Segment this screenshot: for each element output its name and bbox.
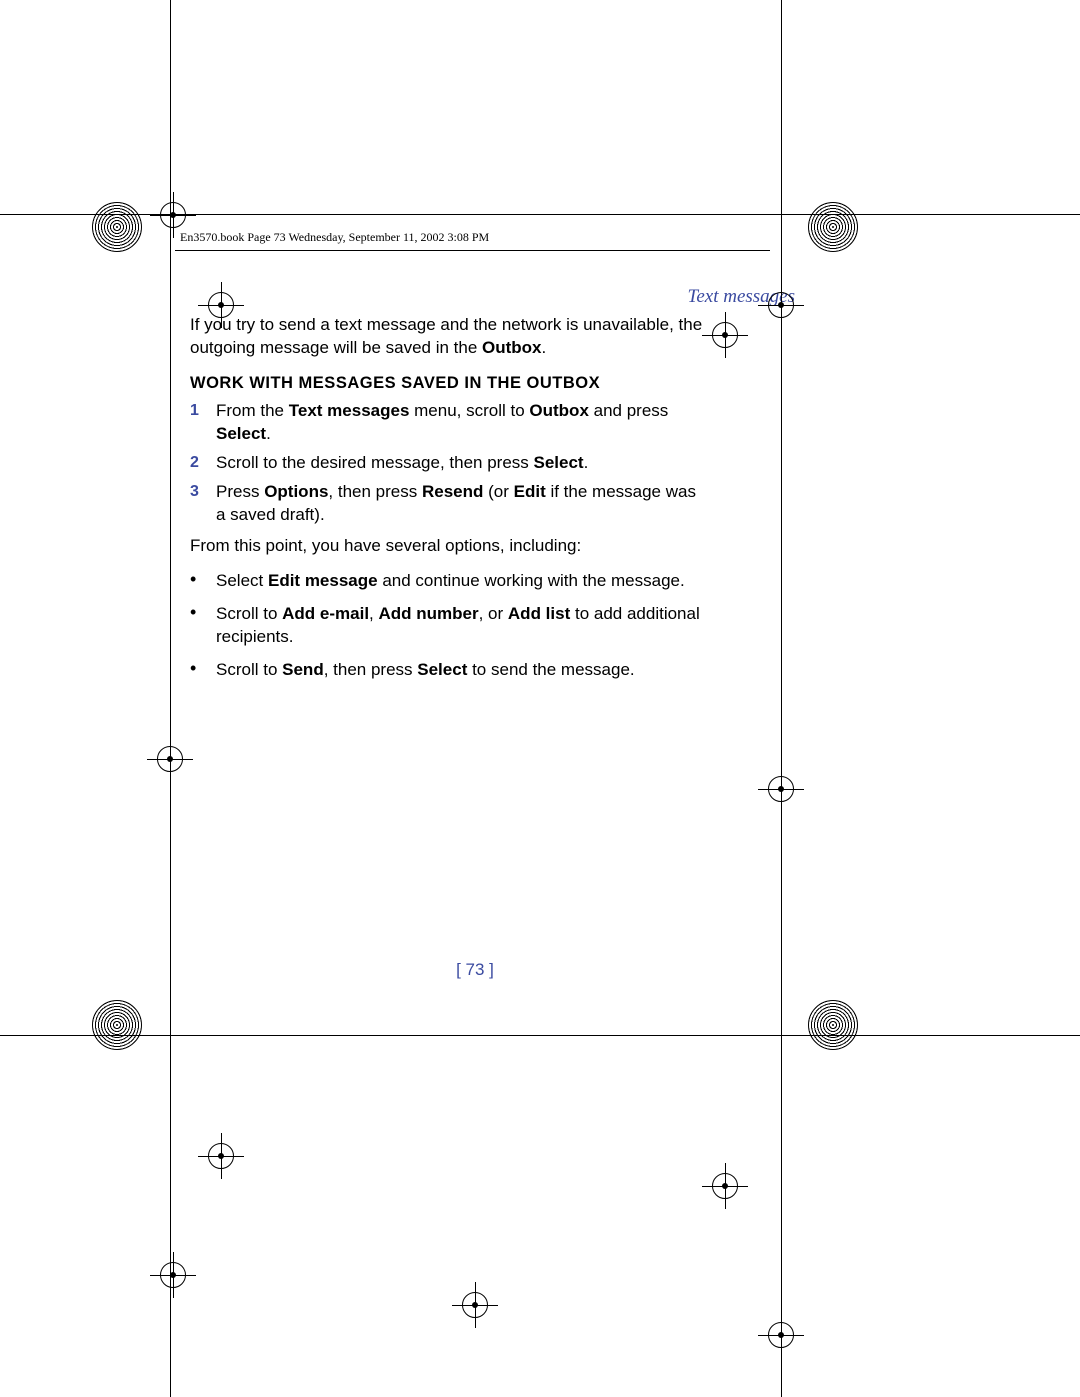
bullet-icon: • <box>190 603 216 649</box>
book-header-line: En3570.book Page 73 Wednesday, September… <box>180 230 489 245</box>
bullet-text: Scroll to Add e-mail, Add number, or Add… <box>216 603 710 649</box>
registration-mark-icon <box>158 200 188 230</box>
intro-paragraph: If you try to send a text message and th… <box>190 314 710 360</box>
intro-bold: Outbox <box>482 338 542 357</box>
registration-mark-icon <box>206 1141 236 1171</box>
bullet-text: Select Edit message and continue working… <box>216 570 710 593</box>
registration-mark-icon <box>710 320 740 350</box>
intro-post: . <box>542 338 547 357</box>
intro-pre: If you try to send a text message and th… <box>190 315 702 357</box>
step-item: 3Press Options, then press Resend (or Ed… <box>190 481 710 527</box>
bullet-item: •Scroll to Add e-mail, Add number, or Ad… <box>190 603 710 649</box>
step-item: 1From the Text messages menu, scroll to … <box>190 400 710 446</box>
registration-mark-icon <box>766 774 796 804</box>
crop-line-bottom <box>0 1035 1080 1036</box>
registration-mark-icon <box>766 290 796 320</box>
bullet-item: •Select Edit message and continue workin… <box>190 570 710 593</box>
step-number: 3 <box>190 481 216 527</box>
crop-ornament-circle-icon <box>808 1000 858 1050</box>
registration-mark-icon <box>155 744 185 774</box>
step-text: Press Options, then press Resend (or Edi… <box>216 481 710 527</box>
bullet-text: Scroll to Send, then press Select to sen… <box>216 659 710 682</box>
step-item: 2Scroll to the desired message, then pre… <box>190 452 710 475</box>
after-steps-paragraph: From this point, you have several option… <box>190 535 710 558</box>
crop-ornament-circle-icon <box>92 1000 142 1050</box>
bullet-icon: • <box>190 570 216 593</box>
bullet-item: •Scroll to Send, then press Select to se… <box>190 659 710 682</box>
body-text: If you try to send a text message and th… <box>190 314 710 692</box>
step-number: 1 <box>190 400 216 446</box>
registration-mark-icon <box>766 1320 796 1350</box>
bullet-list: •Select Edit message and continue workin… <box>190 570 710 682</box>
registration-mark-icon <box>158 1260 188 1290</box>
crop-ornament-circle-icon <box>808 202 858 252</box>
registration-mark-icon <box>206 290 236 320</box>
step-text: From the Text messages menu, scroll to O… <box>216 400 710 446</box>
registration-mark-icon <box>460 1290 490 1320</box>
crop-line-right <box>781 0 782 1397</box>
crop-ornament-circle-icon <box>92 202 142 252</box>
header-rule <box>175 250 770 251</box>
step-text: Scroll to the desired message, then pres… <box>216 452 710 475</box>
registration-mark-icon <box>710 1171 740 1201</box>
step-number: 2 <box>190 452 216 475</box>
subheading: WORK WITH MESSAGES SAVED IN THE OUTBOX <box>190 372 710 394</box>
bullet-icon: • <box>190 659 216 682</box>
page-number: [ 73 ] <box>0 960 950 980</box>
numbered-steps: 1From the Text messages menu, scroll to … <box>190 400 710 527</box>
